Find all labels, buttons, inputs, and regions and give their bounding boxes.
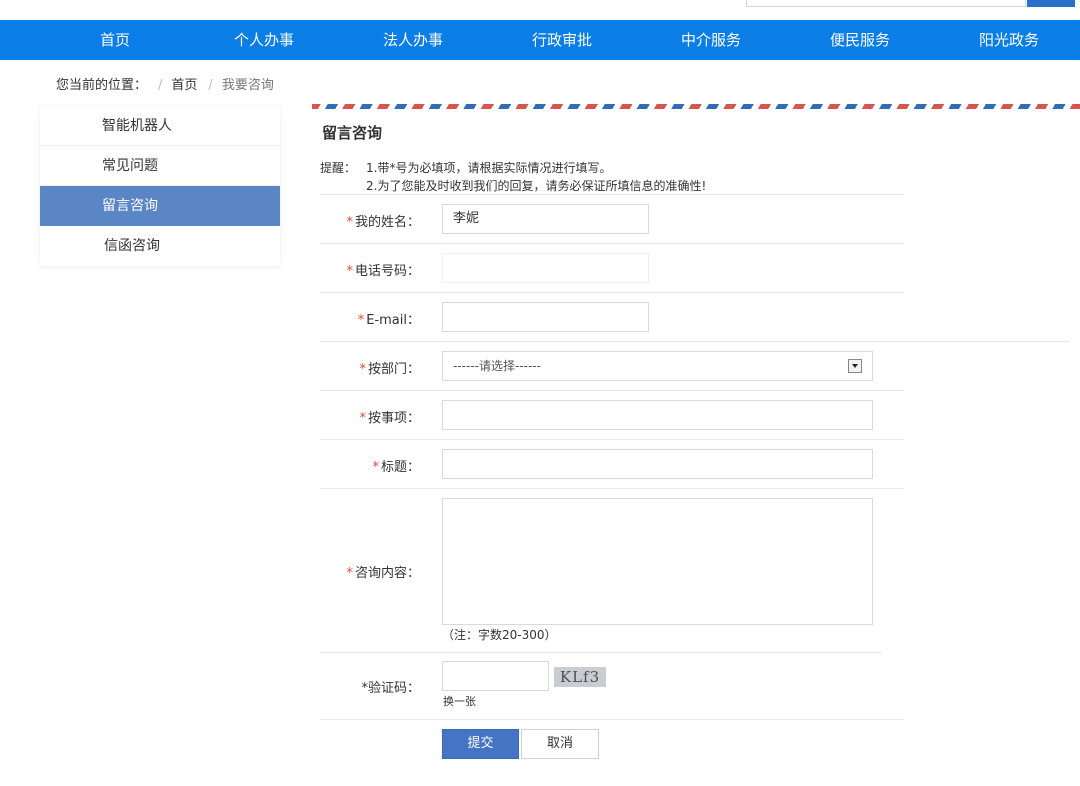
nav-item-agency[interactable]: 中介服务 [681, 20, 741, 60]
department-select[interactable]: ------请选择------ [442, 351, 873, 381]
row-divider [320, 719, 904, 720]
row-divider [320, 341, 1070, 342]
sidebar-item-message[interactable]: 留言咨询 [40, 186, 280, 226]
row-divider [320, 194, 904, 195]
page-title: 留言咨询 [322, 124, 383, 142]
breadcrumb-home-link[interactable]: 首页 [171, 78, 197, 93]
required-mark: * [357, 313, 365, 328]
name-input[interactable]: 李妮 [442, 204, 649, 234]
notice-label: 提醒： [320, 161, 357, 175]
matter-label: * 按事项： [320, 407, 420, 426]
breadcrumb: 您当前的位置： / 首页 / 我要咨询 [56, 74, 274, 93]
content-length-note: （注：字数20-300） [442, 628, 557, 642]
phone-input[interactable] [442, 253, 649, 283]
nav-item-approval[interactable]: 行政审批 [532, 20, 592, 60]
name-label: * 我的姓名： [320, 211, 420, 230]
nav-item-sunshine[interactable]: 阳光政务 [979, 20, 1039, 60]
content-label: * 咨询内容： [320, 562, 420, 581]
notice-line: 2.为了您能及时收到我们的回复，请务必保证所填信息的准确性! [366, 179, 707, 193]
airmail-stripe-divider [312, 104, 1080, 109]
row-divider [320, 243, 904, 244]
captcha-label: *验证码： [320, 677, 420, 696]
subject-label: * 标题： [320, 456, 420, 475]
notice-line: 1.带*号为必填项，请根据实际情况进行填写。 [366, 161, 612, 175]
phone-label-text: 电话号码： [354, 264, 420, 279]
email-input[interactable] [442, 302, 649, 332]
nav-item-convenience[interactable]: 便民服务 [830, 20, 890, 60]
nav-item-corporate[interactable]: 法人办事 [383, 20, 443, 60]
required-mark: * [346, 215, 353, 230]
required-mark: * [346, 566, 353, 581]
captcha-image[interactable]: KLf3 [554, 667, 606, 687]
captcha-label-text: 验证码： [367, 681, 420, 696]
name-label-text: 我的姓名： [354, 215, 420, 230]
required-mark: * [346, 264, 353, 279]
matter-label-text: 按事项： [367, 411, 420, 426]
row-divider [320, 292, 904, 293]
required-mark: * [372, 460, 379, 475]
top-search-input[interactable] [746, 0, 1026, 7]
cancel-button[interactable]: 取消 [521, 729, 599, 759]
submit-button[interactable]: 提交 [442, 729, 519, 759]
required-mark: * [359, 362, 366, 377]
top-search-button[interactable] [1027, 0, 1075, 7]
breadcrumb-separator: / [158, 78, 163, 93]
dropdown-arrow-icon[interactable] [848, 359, 862, 373]
breadcrumb-separator: / [208, 78, 213, 93]
sidebar-item-robot[interactable]: 智能机器人 [40, 106, 280, 146]
row-divider [320, 439, 904, 440]
breadcrumb-current: 我要咨询 [221, 78, 274, 93]
sidebar-item-faq[interactable]: 常见问题 [40, 146, 280, 186]
row-divider [320, 390, 904, 391]
content-textarea[interactable] [442, 498, 873, 625]
department-label: * 按部门： [320, 358, 420, 377]
matter-input[interactable] [442, 400, 873, 430]
department-label-text: 按部门： [367, 362, 420, 377]
email-label: * E-mail： [320, 309, 420, 328]
nav-item-personal[interactable]: 个人办事 [234, 20, 294, 60]
sidebar-item-letter[interactable]: 信函咨询 [40, 226, 280, 266]
row-divider [320, 652, 882, 653]
breadcrumb-prefix: 您当前的位置： [56, 78, 148, 93]
subject-label-text: 标题： [380, 460, 420, 475]
row-divider [320, 488, 904, 489]
department-select-value: ------请选择------ [453, 359, 541, 373]
captcha-input[interactable] [442, 661, 549, 691]
nav-item-home[interactable]: 首页 [100, 20, 130, 60]
captcha-refresh-link[interactable]: 换一张 [443, 693, 476, 709]
email-label-text: E-mail： [366, 313, 420, 328]
content-label-text: 咨询内容： [354, 566, 420, 581]
phone-label: * 电话号码： [320, 260, 420, 279]
required-mark: * [359, 411, 366, 426]
main-nav: 首页 个人办事 法人办事 行政审批 中介服务 便民服务 阳光政务 [0, 20, 1080, 60]
subject-input[interactable] [442, 449, 873, 479]
sidebar: 智能机器人 常见问题 留言咨询 信函咨询 [40, 106, 280, 266]
